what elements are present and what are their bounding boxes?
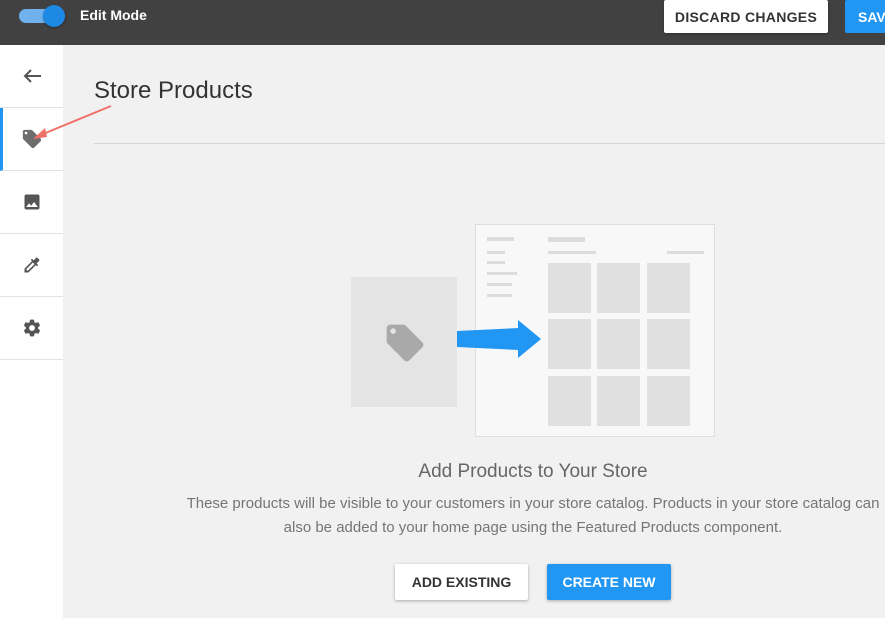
catalog-grid-cell — [548, 376, 591, 426]
catalog-grid-cell — [597, 263, 640, 313]
catalog-grid-cell — [647, 376, 690, 426]
catalog-heading-line — [548, 237, 585, 242]
edit-mode-toggle[interactable] — [19, 5, 65, 27]
sidebar-item-colors[interactable] — [0, 234, 63, 297]
add-existing-button[interactable]: ADD EXISTING — [395, 564, 528, 600]
page-title: Store Products — [94, 77, 253, 104]
image-icon — [24, 194, 39, 210]
discard-changes-button[interactable]: DISCARD CHANGES — [664, 0, 828, 33]
catalog-sidebar-line — [487, 251, 505, 254]
sidebar-item-settings[interactable] — [0, 297, 63, 360]
eyedropper-icon — [24, 257, 39, 273]
create-new-button[interactable]: CREATE NEW — [547, 564, 671, 600]
arrow-left-icon — [23, 69, 41, 83]
catalog-sidebar-line — [487, 261, 505, 264]
empty-state-heading: Add Products to Your Store — [418, 461, 648, 482]
edit-mode-label: Edit Mode — [80, 7, 147, 23]
toggle-knob — [43, 5, 65, 27]
save-button[interactable]: SAV — [845, 0, 885, 33]
catalog-sidebar-line — [487, 237, 514, 241]
product-card-illustration — [351, 277, 457, 407]
catalog-grid-cell — [647, 263, 690, 313]
arrow-right-icon — [457, 320, 541, 358]
catalog-grid-cell — [548, 319, 591, 369]
tag-icon — [22, 129, 41, 149]
catalog-sidebar-line — [487, 294, 512, 297]
catalog-sidebar-line — [487, 283, 512, 286]
catalog-grid-cell — [597, 319, 640, 369]
gear-icon — [23, 319, 40, 337]
sidebar-item-images[interactable] — [0, 171, 63, 234]
empty-state-illustration — [350, 224, 716, 438]
tag-icon — [386, 324, 424, 362]
title-divider — [94, 143, 885, 144]
catalog-grid-cell — [548, 263, 591, 313]
catalog-heading-line — [548, 251, 596, 254]
sidebar — [0, 45, 63, 618]
empty-state-description: These products will be visible to your c… — [186, 495, 880, 536]
sidebar-item-products[interactable] — [0, 108, 63, 171]
catalog-grid-cell — [647, 319, 690, 369]
catalog-sidebar-line — [487, 272, 517, 275]
catalog-grid-cell — [597, 376, 640, 426]
catalog-heading-line — [667, 251, 704, 254]
top-bar: Edit Mode DISCARD CHANGES SAV — [0, 0, 885, 45]
sidebar-item-back[interactable] — [0, 45, 63, 108]
